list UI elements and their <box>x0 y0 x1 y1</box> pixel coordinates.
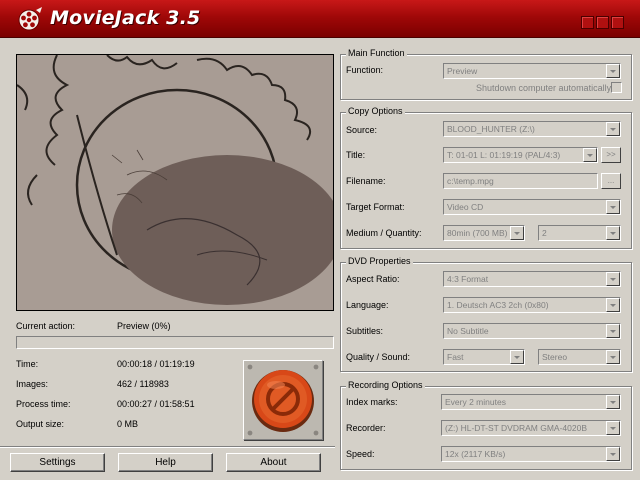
recording-options-title: Recording Options <box>346 380 425 390</box>
preview-frame-image <box>16 54 342 310</box>
dvd-properties-title: DVD Properties <box>346 256 413 266</box>
medium-select-value: 80min (700 MB) <box>447 228 508 238</box>
speed-select[interactable]: 12x (2117 KB/s) <box>441 446 621 462</box>
video-preview <box>16 54 342 311</box>
aspect-ratio-label: Aspect Ratio: <box>346 274 400 284</box>
target-format-select[interactable]: Video CD <box>443 199 621 215</box>
output-size-value: 0 MB <box>117 419 139 429</box>
source-select[interactable]: BLOOD_HUNTER (Z:\) <box>443 121 621 137</box>
shutdown-checkbox[interactable] <box>611 82 622 93</box>
current-action-label: Current action: <box>16 321 76 331</box>
subtitles-value: No Subtitle <box>447 326 489 336</box>
time-value: 00:00:18 / 01:19:19 <box>117 359 195 369</box>
target-format-value: Video CD <box>447 202 484 212</box>
quantity-select-value: 2 <box>542 228 547 238</box>
recorder-value: (Z:) HL-DT-ST DVDRAM GMA-4020B <box>445 423 588 433</box>
chevron-down-icon[interactable] <box>510 226 524 240</box>
copy-options-title: Copy Options <box>346 106 405 116</box>
function-select-value: Preview <box>447 66 478 76</box>
chevron-down-icon[interactable] <box>510 350 524 364</box>
source-label: Source: <box>346 125 378 135</box>
output-size-label: Output size: <box>16 419 65 429</box>
window-controls <box>581 16 624 29</box>
chevron-down-icon[interactable] <box>606 350 620 364</box>
chevron-down-icon[interactable] <box>606 272 620 286</box>
language-value: 1. Deutsch AC3 2ch (0x80) <box>447 300 549 310</box>
help-button[interactable]: Help <box>118 453 213 472</box>
chevron-down-icon[interactable] <box>606 226 620 240</box>
chevron-down-icon[interactable] <box>606 395 620 409</box>
process-time-value: 00:00:27 / 01:58:51 <box>117 399 195 409</box>
film-reel-logo-icon <box>16 6 44 32</box>
images-label: Images: <box>16 379 49 389</box>
close-button[interactable] <box>611 16 624 29</box>
dvd-properties-group: DVD Properties Aspect Ratio: 4:3 Format … <box>340 256 632 372</box>
title-details-button[interactable]: >> <box>601 147 621 163</box>
language-label: Language: <box>346 300 389 310</box>
filename-label: Filename: <box>346 176 386 186</box>
quality-select[interactable]: Fast <box>443 349 525 365</box>
progress-bar <box>16 336 334 349</box>
target-format-label: Target Format: <box>346 202 405 212</box>
minimize-button[interactable] <box>581 16 594 29</box>
language-select[interactable]: 1. Deutsch AC3 2ch (0x80) <box>443 297 621 313</box>
bottom-divider <box>0 446 335 448</box>
title-select-value: T: 01-01 L: 01:19:19 (PAL/4:3) <box>447 150 561 160</box>
aspect-ratio-value: 4:3 Format <box>447 274 489 284</box>
speed-value: 12x (2117 KB/s) <box>445 449 506 459</box>
chevron-down-icon[interactable] <box>606 447 620 461</box>
title-select[interactable]: T: 01-01 L: 01:19:19 (PAL/4:3) <box>443 147 598 163</box>
subtitles-label: Subtitles: <box>346 326 384 336</box>
process-time-label: Process time: <box>16 399 71 409</box>
current-action-value: Preview (0%) <box>117 321 171 331</box>
subtitles-select[interactable]: No Subtitle <box>443 323 621 339</box>
source-select-value: BLOOD_HUNTER (Z:\) <box>447 124 535 134</box>
stop-button[interactable] <box>243 360 323 440</box>
aspect-ratio-select[interactable]: 4:3 Format <box>443 271 621 287</box>
images-value: 462 / 118983 <box>117 379 169 389</box>
title-label: Title: <box>346 150 366 160</box>
sound-value: Stereo <box>542 352 568 362</box>
recording-options-group: Recording Options Index marks: Every 2 m… <box>340 380 632 470</box>
about-button[interactable]: About <box>226 453 321 472</box>
medium-select[interactable]: 80min (700 MB) <box>443 225 525 241</box>
title-bar: MovieJack 3.5 <box>0 0 640 38</box>
chevron-down-icon[interactable] <box>606 200 620 214</box>
chevron-down-icon[interactable] <box>606 298 620 312</box>
time-label: Time: <box>16 359 39 369</box>
chevron-down-icon[interactable] <box>583 148 597 162</box>
shutdown-label: Shutdown computer automatically <box>476 83 612 93</box>
browse-button[interactable]: ... <box>601 173 621 189</box>
speed-label: Speed: <box>346 449 375 459</box>
index-marks-label: Index marks: <box>346 397 398 407</box>
chevron-down-icon[interactable] <box>606 64 620 78</box>
quantity-select[interactable]: 2 <box>538 225 621 241</box>
maximize-button[interactable] <box>596 16 609 29</box>
chevron-down-icon[interactable] <box>606 421 620 435</box>
recorder-label: Recorder: <box>346 423 386 433</box>
quality-value: Fast <box>447 352 464 362</box>
index-marks-value: Every 2 minutes <box>445 397 506 407</box>
quality-label: Quality / Sound: <box>346 352 411 362</box>
chevron-down-icon[interactable] <box>606 122 620 136</box>
function-label: Function: <box>346 65 384 75</box>
app-title: MovieJack 3.5 <box>50 7 201 29</box>
index-marks-select[interactable]: Every 2 minutes <box>441 394 621 410</box>
medium-label: Medium / Quantity: <box>346 228 422 238</box>
copy-options-group: Copy Options Source: BLOOD_HUNTER (Z:\) … <box>340 106 632 249</box>
recorder-select[interactable]: (Z:) HL-DT-ST DVDRAM GMA-4020B <box>441 420 621 436</box>
sound-select[interactable]: Stereo <box>538 349 621 365</box>
function-select[interactable]: Preview <box>443 63 621 79</box>
settings-button[interactable]: Settings <box>10 453 105 472</box>
filename-input[interactable]: c:\temp.mpg <box>443 173 598 189</box>
main-function-title: Main Function <box>346 48 407 58</box>
main-function-group: Main Function Function: Preview Shutdown… <box>340 48 632 100</box>
chevron-down-icon[interactable] <box>606 324 620 338</box>
stop-sign-icon <box>247 364 319 436</box>
